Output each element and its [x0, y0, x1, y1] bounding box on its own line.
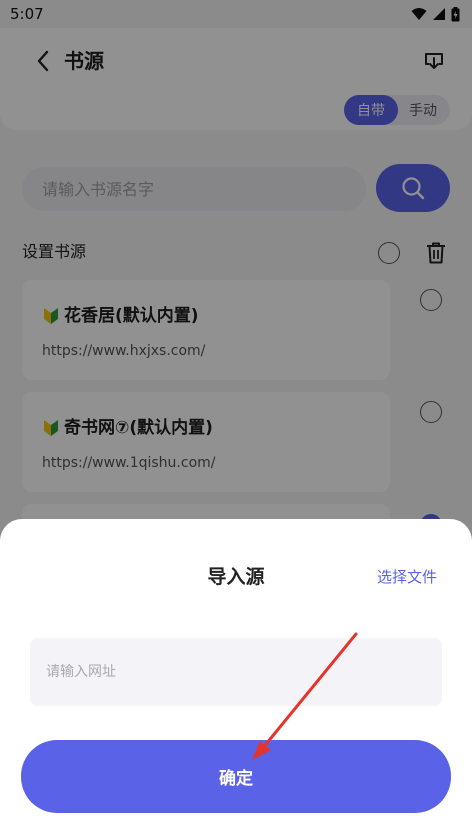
- confirm-button[interactable]: 确定: [21, 740, 451, 813]
- import-source-sheet: 导入源 选择文件 确定: [0, 519, 472, 839]
- url-field: [30, 638, 442, 706]
- choose-file-link[interactable]: 选择文件: [377, 565, 437, 589]
- url-input[interactable]: [30, 638, 442, 706]
